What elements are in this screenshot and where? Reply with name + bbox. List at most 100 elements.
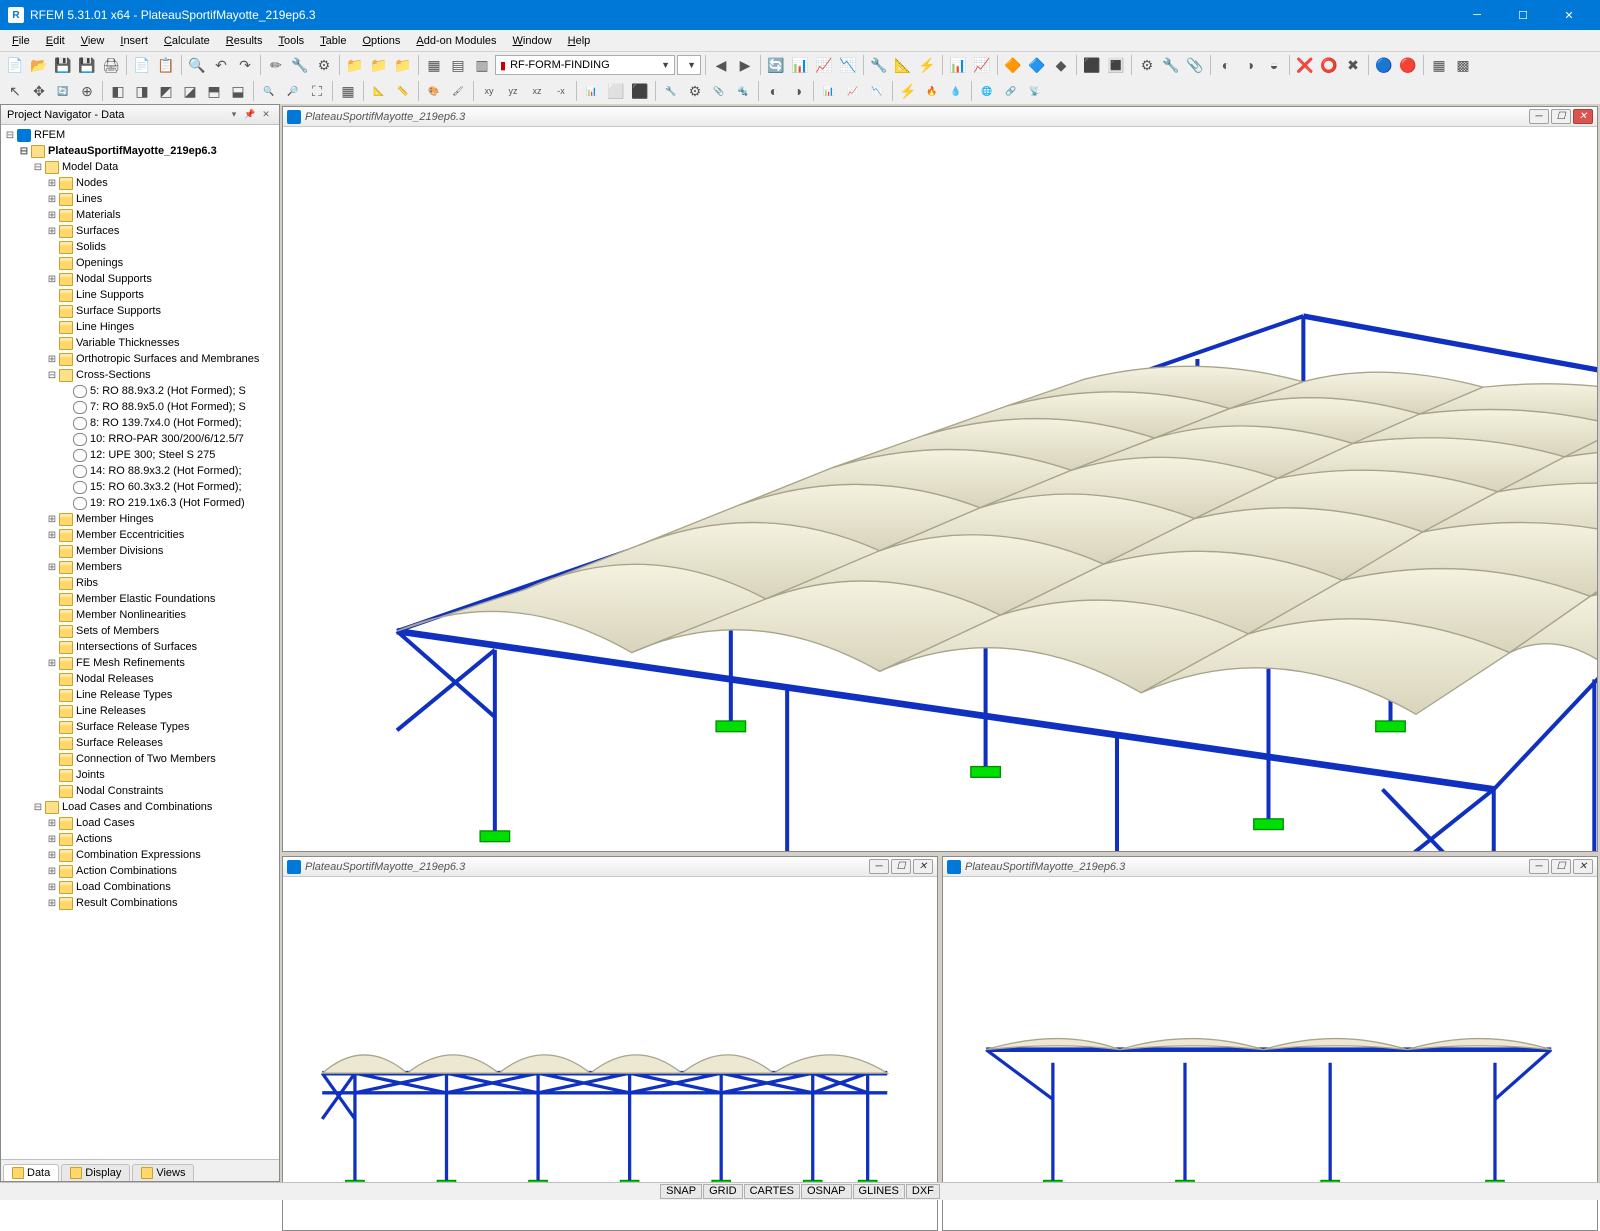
toolbar-button[interactable]: ⚡ [897,80,919,102]
toolbar-button[interactable]: 🔧 [1160,54,1182,76]
menu-table[interactable]: Table [312,33,354,49]
toolbar-button[interactable]: ◧ [107,80,129,102]
tree-node[interactable]: ⊞Materials [3,207,277,223]
toolbar-button[interactable]: 📐 [892,54,914,76]
menu-insert[interactable]: Insert [112,33,156,49]
toolbar-button[interactable]: ⬜ [605,80,627,102]
toolbar-button[interactable]: 📈 [971,54,993,76]
toolbar-button[interactable]: ▩ [1452,54,1474,76]
tree-node[interactable]: Ribs [3,575,277,591]
toolbar-button[interactable]: -x [550,80,572,102]
menu-tools[interactable]: Tools [270,33,312,49]
nav-tab-data[interactable]: Data [3,1164,59,1181]
menu-add-on-modules[interactable]: Add-on Modules [408,33,504,49]
toolbar-button[interactable]: 📡 [1024,80,1046,102]
toolbar-button[interactable]: ▦ [423,54,445,76]
menu-options[interactable]: Options [354,33,408,49]
view-maximize-button[interactable]: ☐ [1551,109,1571,124]
view-minimize-button[interactable]: ─ [1529,109,1549,124]
nav-dropdown-icon[interactable]: ▾ [227,108,241,122]
nav-pin-icon[interactable]: 📌 [243,108,257,122]
tree-node[interactable]: ⊟RFEM [3,127,277,143]
tree-node[interactable]: Nodal Constraints [3,783,277,799]
tree-node[interactable]: ⊞Actions [3,831,277,847]
toolbar-button[interactable]: 🔶 [1002,54,1024,76]
toolbar-button[interactable]: 💧 [945,80,967,102]
toolbar-button[interactable]: ⚡ [916,54,938,76]
toolbar-button[interactable]: ⚙ [1136,54,1158,76]
view-close-button[interactable]: ✕ [1573,859,1593,874]
toolbar-button[interactable]: ◑ [787,80,809,102]
minimize-button[interactable]: ─ [1454,0,1500,30]
toolbar-button[interactable]: 🖌 [447,80,469,102]
tree-node[interactable]: Nodal Releases [3,671,277,687]
close-button[interactable]: ✕ [1546,0,1592,30]
toolbar-button[interactable]: ◆ [1050,54,1072,76]
tree-node[interactable]: ⊞FE Mesh Refinements [3,655,277,671]
toolbar-button[interactable]: 💾 [76,54,98,76]
tree-node[interactable]: ⊟Model Data [3,159,277,175]
toolbar-button[interactable]: 📋 [155,54,177,76]
view-maximize-button[interactable]: ☐ [891,859,911,874]
toolbar-button[interactable]: 📊 [581,80,603,102]
toolbar-button[interactable]: ▤ [447,54,469,76]
tree-node[interactable]: 5: RO 88.9x3.2 (Hot Formed); S [3,383,277,399]
tree-node[interactable]: Line Supports [3,287,277,303]
toolbar-button[interactable]: ⭕ [1318,54,1340,76]
tree-node[interactable]: Line Release Types [3,687,277,703]
toolbar-button[interactable]: 📐 [368,80,390,102]
toolbar-button[interactable]: 🔴 [1397,54,1419,76]
toolbar-button[interactable]: 🔍 [186,54,208,76]
toolbar-button[interactable]: ⊕ [76,80,98,102]
toolbar-button[interactable]: ❌ [1294,54,1316,76]
tree-node[interactable]: 14: RO 88.9x3.2 (Hot Formed); [3,463,277,479]
toolbar-button[interactable]: yz [502,80,524,102]
tree-node[interactable]: ⊞Orthotropic Surfaces and Membranes [3,351,277,367]
tree-node[interactable]: Line Releases [3,703,277,719]
toolbar-button[interactable]: ▥ [471,54,493,76]
toolbar-button[interactable]: 🔧 [660,80,682,102]
status-osnap[interactable]: OSNAP [801,1184,852,1199]
menu-help[interactable]: Help [560,33,599,49]
tree-node[interactable]: Openings [3,255,277,271]
toolbar-button[interactable]: 📂 [28,54,50,76]
tree-node[interactable]: ⊞Load Cases [3,815,277,831]
loadcase-combo[interactable]: ▮RF-FORM-FINDING▼ [495,55,675,75]
menu-view[interactable]: View [73,33,113,49]
toolbar-button[interactable]: ◩ [155,80,177,102]
toolbar-button[interactable]: 🔩 [732,80,754,102]
tree-node[interactable]: Member Divisions [3,543,277,559]
toolbar-button[interactable]: 📈 [813,54,835,76]
tree-node[interactable]: Sets of Members [3,623,277,639]
toolbar-button[interactable]: ◐ [763,80,785,102]
tree-node[interactable]: Joints [3,767,277,783]
toolbar-button[interactable]: ◑ [1239,54,1261,76]
view-close-button[interactable]: ✕ [913,859,933,874]
tree-node[interactable]: ⊞Member Eccentricities [3,527,277,543]
toolbar-button[interactable]: 🔳 [1105,54,1127,76]
front-viewport[interactable] [283,877,937,1230]
toolbar-button[interactable]: ⬛ [1081,54,1103,76]
tree-node[interactable]: 19: RO 219.1x6.3 (Hot Formed) [3,495,277,511]
toolbar-button[interactable]: ◒ [1263,54,1285,76]
tree-node[interactable]: ⊞Lines [3,191,277,207]
toolbar-button[interactable]: xy [478,80,500,102]
tree-node[interactable]: Surface Releases [3,735,277,751]
toolbar-button[interactable]: 📉 [866,80,888,102]
tree-node[interactable]: ⊞Nodes [3,175,277,191]
menu-edit[interactable]: Edit [38,33,73,49]
toolbar-button[interactable]: ⬓ [227,80,249,102]
toolbar-button[interactable]: ⬒ [203,80,225,102]
view-minimize-button[interactable]: ─ [869,859,889,874]
toolbar-button[interactable]: ✏ [265,54,287,76]
tree-node[interactable]: ⊞Nodal Supports [3,271,277,287]
toolbar-button[interactable]: 🔷 [1026,54,1048,76]
toolbar-button[interactable]: 🖨 [100,54,122,76]
menu-results[interactable]: Results [218,33,271,49]
tree-node[interactable]: Variable Thicknesses [3,335,277,351]
tree-node[interactable]: ⊞Members [3,559,277,575]
tree-node[interactable]: 7: RO 88.9x5.0 (Hot Formed); S [3,399,277,415]
tree-node[interactable]: ⊟Cross-Sections [3,367,277,383]
toolbar-button[interactable]: 📁 [344,54,366,76]
toolbar-button[interactable]: 🔥 [921,80,943,102]
